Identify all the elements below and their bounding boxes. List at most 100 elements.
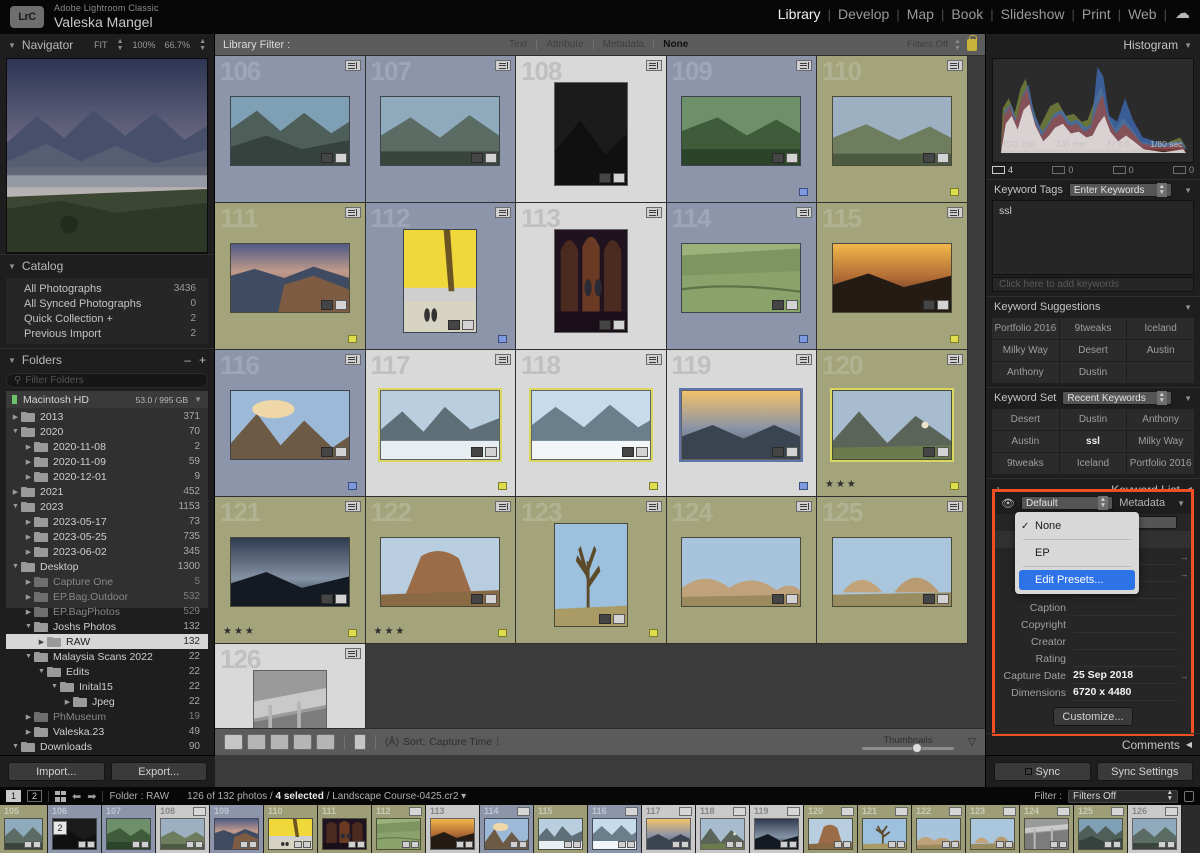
zoom-fit[interactable]: FIT (94, 40, 108, 50)
folder-row[interactable]: ▶2020-12-019 (6, 469, 208, 484)
grid-cell[interactable]: 120★★★ (817, 350, 968, 497)
filmstrip-thumbnail[interactable] (376, 818, 421, 850)
folder-row[interactable]: ▶2020-11-082 (6, 439, 208, 454)
chevron-down-icon[interactable]: ▼ (23, 653, 34, 660)
disclosure-triangle-icon[interactable]: ▼ (1184, 186, 1192, 195)
grid-cell[interactable]: 109 (667, 56, 818, 203)
filmstrip-cell[interactable]: 115 (534, 805, 588, 853)
filmstrip-badges[interactable] (240, 841, 257, 848)
folder-row[interactable]: ▶2021452 (6, 484, 208, 499)
filmstrip-badge-icon[interactable] (1111, 807, 1124, 816)
grid-cell[interactable]: 124 (667, 497, 818, 644)
catalog-item[interactable]: Previous Import2 (6, 326, 208, 341)
filmstrip-badges[interactable] (402, 841, 419, 848)
grid-cell[interactable]: 123 (516, 497, 667, 644)
grid-thumbnail[interactable] (230, 537, 350, 607)
lock-icon[interactable] (1184, 791, 1194, 802)
keyword-cell[interactable]: Milky Way (992, 340, 1059, 361)
grid-thumbnail[interactable] (531, 390, 651, 460)
thumbnail-badges[interactable] (772, 447, 798, 457)
people-view-icon[interactable] (316, 734, 335, 750)
metadata-row[interactable]: Rating (995, 650, 1191, 667)
chevron-right-icon[interactable]: ▶ (36, 638, 47, 646)
histogram-header[interactable]: Histogram ▼ (986, 34, 1200, 56)
sync-button[interactable]: Sync (994, 762, 1091, 781)
disclosure-triangle-icon[interactable]: ▼ (1184, 41, 1192, 50)
module-print[interactable]: Print (1075, 6, 1118, 22)
filter-tab-metadata[interactable]: Metadata (594, 39, 655, 50)
grid-icon[interactable] (55, 791, 66, 802)
grid-cell-badge-icon[interactable] (345, 354, 361, 365)
filmstrip-badge-icon[interactable] (841, 807, 854, 816)
chevron-down-icon[interactable]: ▼ (10, 428, 21, 435)
grid-cell-badge-icon[interactable] (495, 207, 511, 218)
chevron-right-icon[interactable]: ▶ (23, 548, 34, 556)
grid-thumbnail[interactable] (832, 390, 952, 460)
chevron-right-icon[interactable]: ▶ (23, 443, 34, 451)
filmstrip-badges[interactable] (564, 841, 581, 848)
metadata-value[interactable] (1073, 633, 1177, 650)
grid-cell[interactable]: 112 (366, 203, 517, 350)
spray-can-icon[interactable] (354, 734, 366, 750)
filmstrip-badges[interactable] (294, 841, 311, 848)
keyword-cell[interactable]: Desert (1060, 340, 1127, 361)
thumbnail-badges[interactable] (321, 594, 347, 604)
grid-thumbnail[interactable] (832, 537, 952, 607)
sort-value[interactable]: Capture Time (429, 736, 492, 748)
filter-stepper-icon[interactable]: ▲▼ (954, 38, 961, 52)
disclosure-triangle-icon[interactable]: ▼ (1184, 303, 1192, 312)
disclosure-triangle-icon[interactable]: ▼ (1177, 499, 1185, 508)
rating-stars[interactable]: ★★★ (223, 626, 256, 637)
keyword-cell[interactable]: Milky Way (1127, 431, 1194, 452)
grid-cell-badge-icon[interactable] (947, 207, 963, 218)
grid-thumbnail[interactable] (380, 96, 500, 166)
grid-cell-badge-icon[interactable] (646, 60, 662, 71)
folder-row[interactable]: ▼20231153 (6, 499, 208, 514)
filmstrip-thumbnail[interactable] (484, 818, 529, 850)
filmstrip-badge-icon[interactable] (733, 807, 746, 816)
metadata-value[interactable]: 25 Sep 2018 (1073, 667, 1177, 684)
keyword-add-input[interactable]: Click here to add keywords (992, 277, 1194, 292)
grid-thumbnail[interactable] (681, 537, 801, 607)
filmstrip-badge-icon[interactable] (1057, 807, 1070, 816)
metadata-action-icon[interactable]: → (1177, 552, 1191, 562)
filmstrip-thumbnail[interactable] (754, 818, 799, 850)
folder-row[interactable]: ▶2013371 (6, 409, 208, 424)
filmstrip-thumbnail[interactable] (214, 818, 259, 850)
folder-row[interactable]: ▶2023-05-25735 (6, 529, 208, 544)
volume-row[interactable]: Macintosh HD 53.0 / 995 GB ▼ (6, 391, 208, 408)
comments-header[interactable]: Comments ◀ (986, 733, 1200, 755)
filmstrip-cell[interactable]: 109 (210, 805, 264, 853)
zoom-custom[interactable]: 66.7% (165, 40, 191, 50)
folder-row[interactable]: ▶EP.BagPhotos529 (6, 604, 208, 619)
grid-cell-badge-icon[interactable] (345, 60, 361, 71)
grid-cell[interactable]: 110 (817, 56, 968, 203)
module-develop[interactable]: Develop (831, 6, 896, 22)
grid-cell[interactable]: 115 (817, 203, 968, 350)
metadata-preset-dropdown[interactable]: ✓NoneEPEdit Presets... (1015, 512, 1139, 594)
thumbnail-grid[interactable]: 1061071081091101111121131141151161171181… (215, 56, 985, 755)
customize-button[interactable]: Customize... (1053, 707, 1133, 726)
filmstrip-thumbnail[interactable] (538, 818, 583, 850)
grid-thumbnail[interactable] (681, 96, 801, 166)
chevron-down-icon[interactable]: ▼ (10, 563, 21, 570)
keyword-cell[interactable]: Anthony (1127, 409, 1194, 430)
chevron-down-icon[interactable]: ▼ (10, 503, 21, 510)
filmstrip-cell[interactable]: 123 (966, 805, 1020, 853)
filmstrip-cell[interactable]: 107 (102, 805, 156, 853)
grid-cell-badge-icon[interactable] (646, 354, 662, 365)
keyword-cell[interactable]: Dustin (1060, 362, 1127, 383)
remove-folder-button[interactable]: – (184, 353, 191, 367)
folder-row[interactable]: ▶EP.Bag.Outdoor532 (6, 589, 208, 604)
thumbnail-badges[interactable] (471, 594, 497, 604)
export-button[interactable]: Export... (111, 762, 208, 781)
chevron-right-icon[interactable]: ▶ (10, 413, 21, 421)
filter-tab-none[interactable]: None (654, 39, 697, 50)
chevron-right-icon[interactable]: ▶ (23, 518, 34, 526)
filmstrip-badge-icon[interactable] (193, 807, 206, 816)
keyword-cell[interactable]: Dustin (1060, 409, 1127, 430)
filmstrip-badges[interactable] (1050, 841, 1067, 848)
grid-view-icon[interactable] (224, 734, 243, 750)
folders-header[interactable]: ▼ Folders – + (0, 349, 214, 371)
filmstrip-badge-icon[interactable] (787, 807, 800, 816)
